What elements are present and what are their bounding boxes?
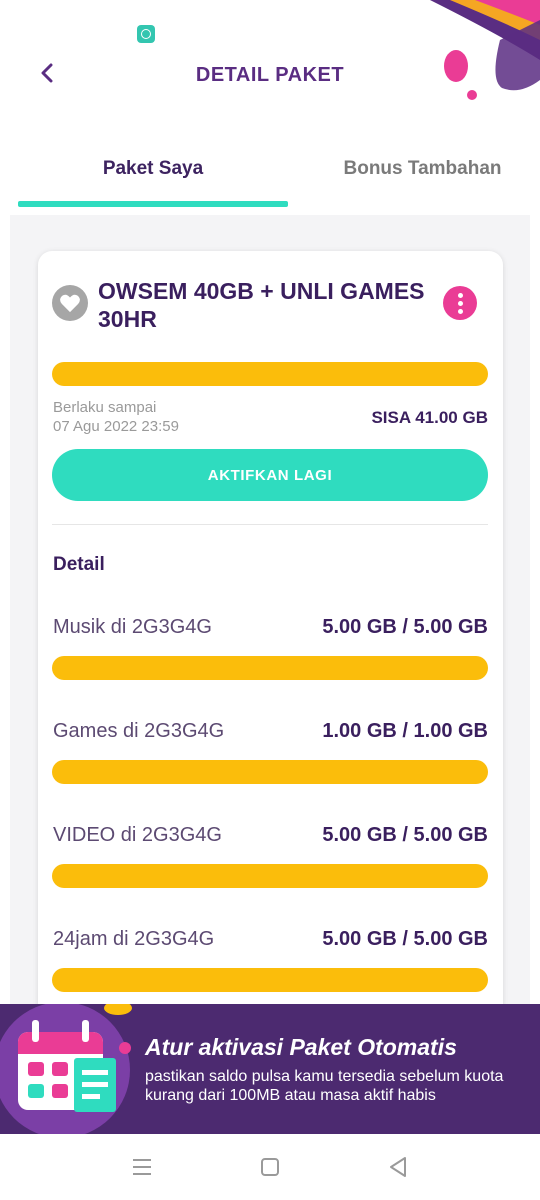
calendar-icon (0, 1004, 132, 1134)
activate-again-button[interactable]: AKTIFKAN LAGI (52, 449, 488, 501)
auto-activation-banner[interactable]: Atur aktivasi Paket Otomatis pastikan sa… (0, 1004, 540, 1134)
menu-icon[interactable] (129, 1154, 155, 1180)
detail-item-label: 24jam di 2G3G4G (53, 928, 215, 950)
detail-item-value: 1.00 GB / 1.00 GB (322, 720, 488, 742)
detail-item-video: VIDEO di 2G3G4G 5.00 GB / 5.00 GB (38, 824, 503, 914)
detail-item-label: Games di 2G3G4G (53, 720, 225, 742)
triangle-back-icon[interactable] (385, 1154, 411, 1180)
heart-shape (60, 294, 80, 313)
package-name: OWSEM 40GB + UNLI GAMES 30HR (98, 278, 425, 332)
tab-paket-saya[interactable]: Paket Saya (18, 158, 288, 180)
detail-item-value: 5.00 GB / 5.00 GB (322, 928, 488, 950)
tabs: Paket Saya Bonus Tambahan (0, 140, 540, 210)
detail-item-progress-bar (52, 968, 488, 992)
remaining-quota: SISA 41.00 GB (371, 408, 488, 427)
detail-item-progress-bar (52, 760, 488, 784)
valid-until-label: Berlaku sampai (53, 399, 157, 416)
chat-bubble-icon (137, 25, 155, 43)
detail-heading: Detail (53, 554, 105, 575)
more-vertical-icon[interactable] (443, 286, 477, 320)
detail-item-value: 5.00 GB / 5.00 GB (322, 824, 488, 846)
divider (52, 524, 488, 525)
quota-progress-bar (52, 362, 488, 386)
tab-bonus-tambahan[interactable]: Bonus Tambahan (305, 158, 540, 180)
banner-title: Atur aktivasi Paket Otomatis (145, 1034, 457, 1060)
heart-icon[interactable] (52, 285, 88, 321)
package-card: OWSEM 40GB + UNLI GAMES 30HR Berlaku sam… (38, 251, 503, 1031)
valid-until-date: 07 Agu 2022 23:59 (53, 418, 179, 435)
system-nav-bar (0, 1134, 540, 1200)
header: DETAIL PAKET (0, 50, 540, 102)
active-tab-indicator (18, 201, 288, 207)
detail-item-progress-bar (52, 864, 488, 888)
detail-item-value: 5.00 GB / 5.00 GB (322, 616, 488, 638)
detail-item-progress-bar (52, 656, 488, 680)
page-title: DETAIL PAKET (195, 64, 345, 86)
detail-item-games: Games di 2G3G4G 1.00 GB / 1.00 GB (38, 720, 503, 810)
banner-text: pastikan saldo pulsa kamu tersedia sebel… (145, 1068, 504, 1104)
square-icon[interactable] (257, 1154, 283, 1180)
detail-item-label: Musik di 2G3G4G (53, 616, 212, 638)
detail-item-label: VIDEO di 2G3G4G (53, 824, 222, 846)
detail-item-musik: Musik di 2G3G4G 5.00 GB / 5.00 GB (38, 616, 503, 706)
